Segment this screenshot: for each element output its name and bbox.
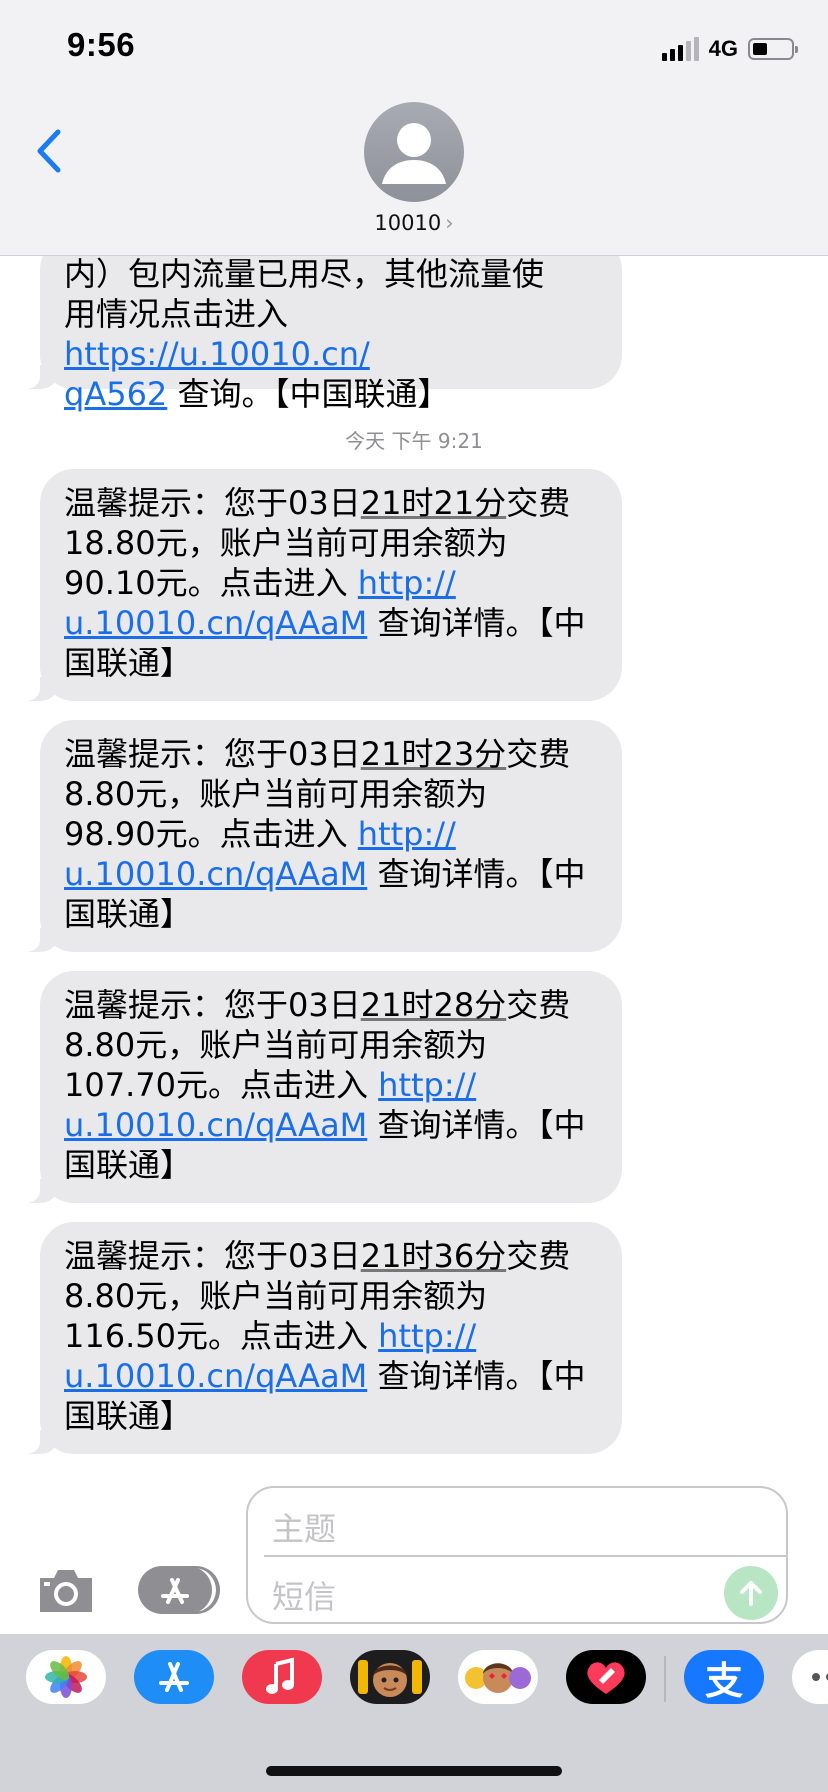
battery-icon	[748, 38, 798, 60]
message-link[interactable]: https://u.10010.cn/	[64, 335, 370, 373]
bubble-tail	[18, 677, 58, 701]
contact-name: 10010	[374, 211, 442, 235]
message-datetime[interactable]: 21时28分	[361, 986, 506, 1024]
person-icon	[382, 123, 446, 184]
music-icon	[266, 1657, 294, 1694]
message-text: 温馨提示：您于03日	[64, 1237, 361, 1275]
music-app[interactable]	[242, 1650, 322, 1704]
bubble-tail	[18, 928, 58, 952]
message-text: 内）包内流量已用尽，其他流量使	[64, 255, 545, 293]
animoji-app[interactable]	[458, 1650, 538, 1704]
message-link[interactable]: qA562	[64, 375, 167, 413]
message-link[interactable]: u.10010.cn/qAAaM	[64, 1106, 367, 1144]
message-text: 温馨提示：您于03日	[64, 735, 361, 773]
photos-icon	[45, 1656, 87, 1698]
status-time: 9:56	[67, 26, 136, 63]
back-button[interactable]	[30, 126, 70, 176]
signal-icon	[661, 37, 699, 61]
arrow-up-icon	[740, 1581, 762, 1606]
animoji-icon	[465, 1663, 531, 1693]
message-text: 116.50元。点击进入	[64, 1317, 379, 1355]
message-text: 98.90元。点击进入	[64, 815, 358, 853]
digital-touch-app[interactable]	[566, 1650, 646, 1704]
message-link[interactable]: http://	[378, 1317, 476, 1355]
conversation-header: 9:56 4G 10010 ›	[0, 0, 828, 256]
message-text: 温馨提示：您于03日	[64, 986, 361, 1024]
bubble-tail	[18, 1179, 58, 1203]
compose-divider	[264, 1555, 786, 1557]
message-text: 用情况点击进入	[64, 295, 289, 333]
message-link[interactable]: u.10010.cn/qAAaM	[64, 855, 367, 893]
digital-touch-icon	[587, 1662, 625, 1694]
camera-icon	[40, 1570, 92, 1612]
message-link[interactable]: http://	[378, 1066, 476, 1104]
app-store-icon	[161, 1578, 189, 1604]
message-datetime[interactable]: 21时21分	[361, 484, 506, 522]
message-bubble[interactable]: 温馨提示：您于03日21时21分交费18.80元，账户当前可用余额为 90.10元…	[18, 469, 622, 701]
message-bubble-partial[interactable]: 内）包内流量已用尽，其他流量使 用情况点击进入 https://u.10010.…	[18, 236, 622, 413]
message-text: 90.10元。点击进入	[64, 564, 358, 602]
message-text: 107.70元。点击进入	[64, 1066, 379, 1104]
status-indicators: 4G	[661, 36, 798, 62]
contact-avatar[interactable]	[364, 102, 464, 202]
app-store-app[interactable]	[134, 1650, 214, 1704]
message-link[interactable]: http://	[358, 564, 456, 602]
message-bubble[interactable]: 温馨提示：您于03日21时36分交费8.80元，账户当前可用余额为 116.50元…	[18, 1222, 622, 1454]
network-type: 4G	[708, 36, 738, 61]
message-datetime[interactable]: 21时36分	[361, 1237, 506, 1275]
subject-input[interactable]: 主题	[272, 1504, 336, 1550]
message-text: 温馨提示：您于03日	[64, 484, 361, 522]
app-store-icon	[159, 1662, 189, 1692]
compose-box[interactable]: 主题 短信	[246, 1486, 788, 1624]
app-store-button[interactable]	[138, 1566, 212, 1614]
memoji-app[interactable]	[350, 1650, 430, 1704]
more-apps[interactable]	[792, 1650, 828, 1704]
bubble-tail	[18, 1430, 58, 1454]
message-link[interactable]: u.10010.cn/qAAaM	[64, 604, 367, 642]
alipay-icon: 支	[704, 1658, 743, 1703]
timestamp: 今天 下午 9:21	[345, 429, 483, 453]
message-datetime[interactable]: 21时23分	[361, 735, 506, 773]
message-input[interactable]: 短信	[272, 1572, 336, 1618]
message-text: 查询。【中国联通】	[167, 375, 450, 413]
send-button[interactable]	[724, 1566, 778, 1620]
memoji-icon	[358, 1660, 422, 1697]
drawer-separator	[664, 1656, 666, 1702]
photos-app[interactable]	[26, 1650, 106, 1704]
chevron-right-icon: ›	[445, 211, 454, 235]
message-bubble[interactable]: 温馨提示：您于03日21时28分交费8.80元，账户当前可用余额为 107.70元…	[18, 971, 622, 1203]
camera-button[interactable]	[36, 1566, 96, 1614]
home-indicator[interactable]	[266, 1766, 562, 1776]
alipay-app[interactable]: 支	[684, 1650, 764, 1704]
message-link[interactable]: http://	[358, 815, 456, 853]
contact-name-button[interactable]: 10010 ›	[0, 211, 828, 235]
bubble-tail	[18, 365, 58, 389]
message-link[interactable]: u.10010.cn/qAAaM	[64, 1357, 367, 1395]
message-bubble[interactable]: 温馨提示：您于03日21时23分交费8.80元，账户当前可用余额为 98.90元。…	[18, 720, 622, 952]
chevron-left-icon	[37, 129, 61, 173]
more-icon	[812, 1673, 828, 1681]
